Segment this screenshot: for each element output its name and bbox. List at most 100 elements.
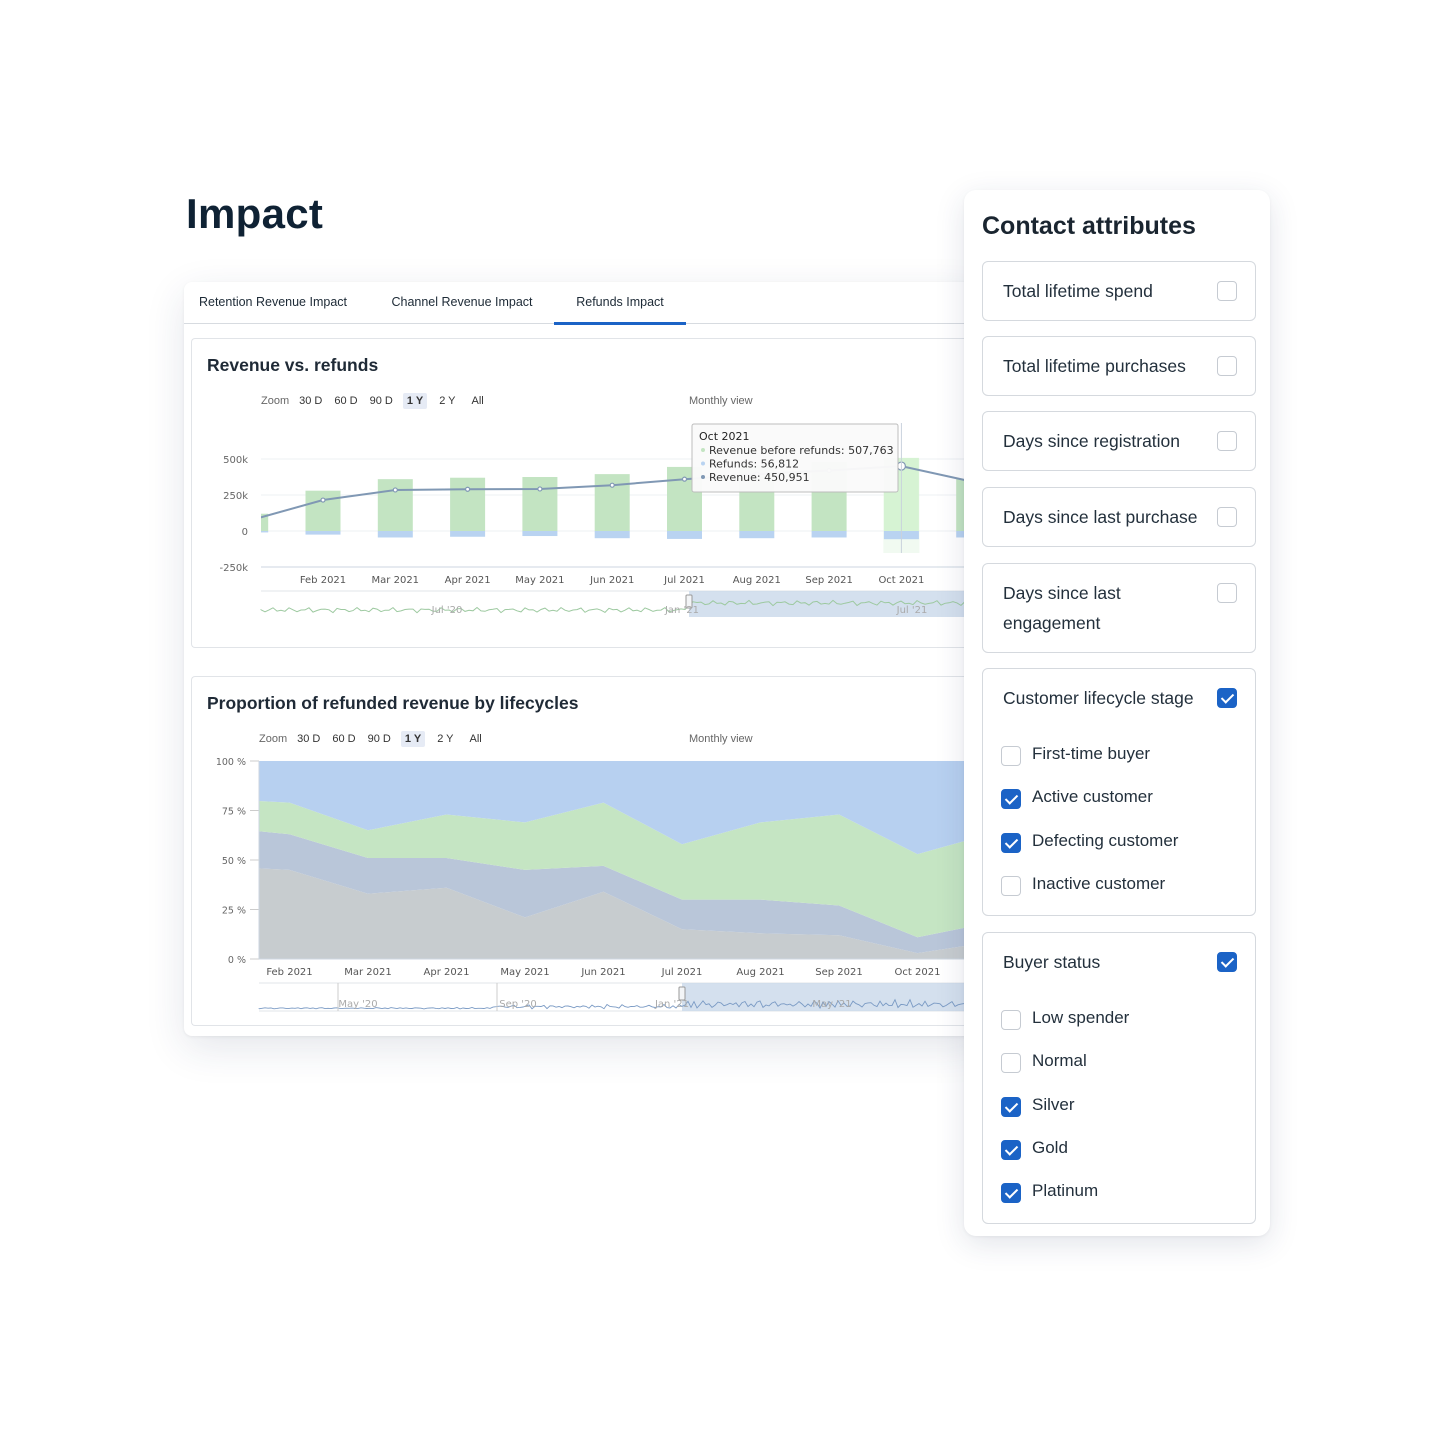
- y-tick-label: 0: [242, 527, 248, 538]
- y-tick-label: 25 %: [222, 906, 246, 917]
- navigator-label: Jul '20: [431, 605, 463, 616]
- navigator-label: Jul '21: [896, 605, 928, 616]
- tab-retention-revenue-impact[interactable]: Retention Revenue Impact: [184, 282, 362, 324]
- attribute-label: Buyer status: [1003, 952, 1101, 972]
- buyer-status-checkbox[interactable]: [1217, 952, 1237, 972]
- x-tick-label: May 2021: [500, 967, 549, 978]
- attribute-customer-lifecycle-stage: Customer lifecycle stage First-time buye…: [982, 668, 1256, 916]
- chart-tooltip: Oct 2021Revenue before refunds: 507,763R…: [691, 423, 899, 493]
- revenue-point: [609, 482, 615, 488]
- tooltip-dot: [701, 475, 705, 479]
- normal-checkbox[interactable]: [1001, 1053, 1021, 1073]
- y-tick-label: 250k: [223, 491, 248, 502]
- tooltip-dot: [701, 461, 705, 466]
- revenue-bar: [522, 477, 558, 531]
- days-since-last-engagement-checkbox[interactable]: [1217, 583, 1237, 603]
- y-tick-label: 0 %: [228, 955, 246, 966]
- refund-bar: [261, 531, 269, 533]
- x-tick-label: Oct 2021: [895, 967, 941, 978]
- tooltip-line: Revenue: 450,951: [709, 471, 810, 484]
- attribute-label: Total lifetime purchases: [1003, 356, 1186, 376]
- y-tick-label: 50 %: [222, 856, 246, 867]
- option-label: Low spender: [1032, 1008, 1130, 1027]
- tooltip-line: Refunds: 56,812: [709, 458, 799, 471]
- attribute-days-since-last-engagement[interactable]: Days since last engagement: [982, 563, 1256, 653]
- silver-checkbox[interactable]: [1001, 1097, 1021, 1117]
- revenue-refunds-chart: 500k 250k 0 -250k Feb 2021 Mar 2021 Apr 2021 Ma…: [220, 423, 984, 617]
- inactive-customer-checkbox[interactable]: [1001, 876, 1021, 896]
- option-label: Inactive customer: [1032, 874, 1166, 893]
- option-label: Defecting customer: [1032, 831, 1179, 850]
- revenue-point: [465, 486, 471, 492]
- attribute-days-since-registration[interactable]: Days since registration: [982, 411, 1256, 471]
- x-tick-label: Jul 2021: [663, 575, 705, 586]
- refund-bar: [594, 531, 630, 539]
- option-label: Silver: [1032, 1095, 1075, 1114]
- x-tick-label: Jun 2021: [580, 967, 625, 978]
- attribute-label-line1: Days since last: [1003, 583, 1121, 603]
- y-tick-label: 100 %: [216, 757, 246, 768]
- navigator-label: Jan '21: [664, 605, 699, 616]
- attribute-days-since-last-purchase[interactable]: Days since last purchase: [982, 487, 1256, 547]
- revenue-point: [681, 476, 688, 482]
- platinum-checkbox[interactable]: [1001, 1183, 1021, 1203]
- x-tick-label: Aug 2021: [733, 575, 781, 586]
- attribute-label: Days since registration: [1003, 431, 1181, 451]
- contact-attributes-title: Contact attributes: [982, 212, 1196, 240]
- revenue-bar: [377, 479, 413, 531]
- navigator-label: May '20: [338, 999, 377, 1010]
- x-tick-label: Feb 2021: [300, 575, 346, 586]
- revenue-vs-refunds-panel: Revenue vs. refunds Zoom 30 D 60 D 90 D …: [191, 338, 984, 648]
- attribute-total-lifetime-purchases[interactable]: Total lifetime purchases: [982, 336, 1256, 396]
- contact-attributes-panel: Contact attributes Total lifetime spend …: [964, 190, 1270, 1236]
- refunded-revenue-lifecycles-panel: Proportion of refunded revenue by lifecy…: [191, 676, 984, 1026]
- revenue-bar: [450, 477, 486, 531]
- refund-bar: [667, 531, 702, 539]
- x-tick-label: Apr 2021: [424, 967, 470, 978]
- total-lifetime-purchases-checkbox[interactable]: [1217, 356, 1237, 376]
- option-label: First-time buyer: [1032, 744, 1151, 763]
- x-tick-label: Sep 2021: [805, 575, 852, 586]
- low-spender-checkbox[interactable]: [1001, 1010, 1021, 1030]
- refund-bar: [305, 531, 341, 535]
- days-since-last-purchase-checkbox[interactable]: [1217, 507, 1237, 527]
- x-tick-label: Sep 2021: [815, 967, 862, 978]
- x-tick-label: Jul 2021: [661, 967, 703, 978]
- revenue-point: [320, 497, 326, 503]
- revenue-bar: [305, 490, 341, 531]
- refund-bar: [377, 531, 413, 538]
- defecting-customer-checkbox[interactable]: [1001, 833, 1021, 853]
- x-tick-label: Apr 2021: [445, 575, 491, 586]
- page-title: Impact: [186, 190, 324, 237]
- y-tick-label: -250k: [220, 563, 249, 574]
- option-label: Platinum: [1032, 1181, 1099, 1200]
- x-tick-label: Oct 2021: [878, 575, 924, 586]
- x-tick-label: May 2021: [515, 575, 564, 586]
- active-customer-checkbox[interactable]: [1001, 789, 1021, 809]
- attribute-label: Days since last purchase: [1003, 507, 1198, 527]
- lifecycle-area-chart: 100 % 75 % 50 % 25 % 0 % Feb 2021 Mar 2021 Apr …: [216, 757, 984, 1012]
- refund-bar: [522, 531, 558, 537]
- refund-bar: [811, 531, 847, 538]
- tab-channel-revenue-impact[interactable]: Channel Revenue Impact: [380, 282, 544, 324]
- refund-bar: [739, 531, 775, 539]
- attribute-label: Total lifetime spend: [1003, 281, 1153, 301]
- navigator-label: Sep '20: [499, 999, 537, 1010]
- revenue-point: [392, 487, 398, 493]
- tooltip-dot: [701, 448, 705, 452]
- first-time-buyer-checkbox[interactable]: [1001, 746, 1021, 766]
- x-tick-label: Mar 2021: [344, 967, 392, 978]
- attribute-buyer-status: Buyer status Low spender Normal Silver G…: [982, 932, 1256, 1224]
- gold-checkbox[interactable]: [1001, 1140, 1021, 1160]
- x-tick-label: Aug 2021: [736, 967, 784, 978]
- tab-bar: Retention Revenue Impact Channel Revenue…: [184, 282, 984, 325]
- customer-lifecycle-stage-checkbox[interactable]: [1217, 688, 1237, 708]
- tooltip-title: Oct 2021: [699, 430, 750, 443]
- attribute-total-lifetime-spend[interactable]: Total lifetime spend: [982, 261, 1256, 321]
- tab-refunds-impact[interactable]: Refunds Impact: [554, 282, 686, 325]
- days-since-registration-checkbox[interactable]: [1217, 431, 1237, 451]
- total-lifetime-spend-checkbox[interactable]: [1217, 281, 1237, 301]
- revenue-point: [537, 486, 543, 492]
- x-tick-label: Mar 2021: [372, 575, 420, 586]
- y-tick-label: 75 %: [222, 807, 246, 818]
